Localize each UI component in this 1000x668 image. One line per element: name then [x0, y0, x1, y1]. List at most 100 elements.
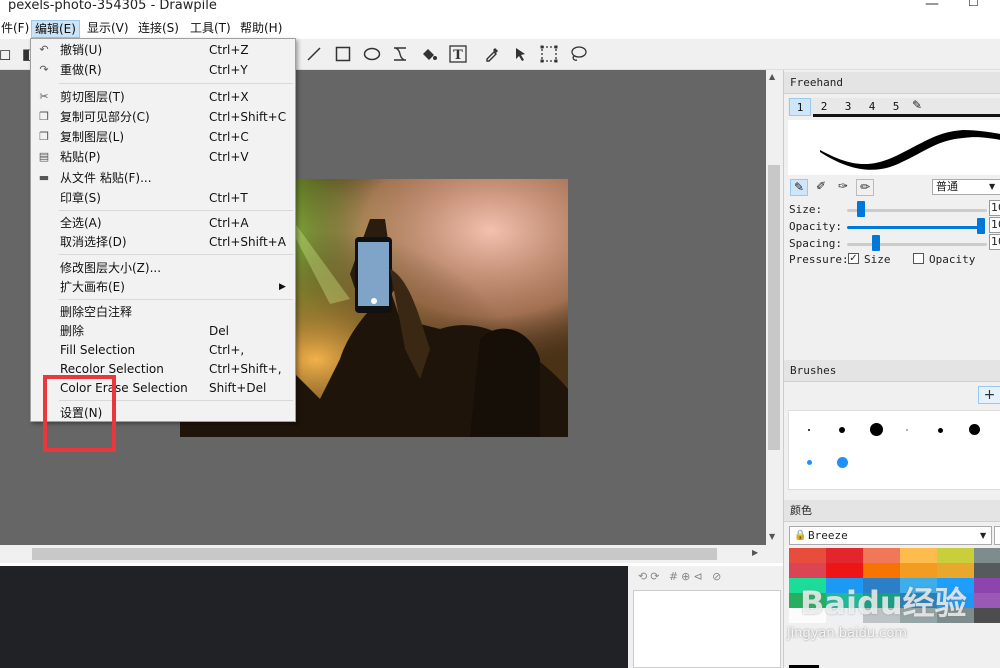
palette-select[interactable]: 🔒 Breeze ▼ — [789, 526, 992, 545]
menu-undo[interactable]: ↶ 撤销(U) Ctrl+Z — [31, 41, 295, 60]
menu-tools[interactable]: 工具(T) — [187, 20, 234, 38]
color-swatch[interactable] — [974, 563, 1000, 578]
menu-view[interactable]: 显示(V) — [84, 20, 132, 38]
color-picker-icon[interactable] — [481, 43, 503, 65]
menu-cut-layer[interactable]: ✂ 剪切图层(T) Ctrl+X — [31, 88, 295, 107]
color-swatch[interactable] — [974, 548, 1000, 563]
color-swatch[interactable] — [937, 548, 975, 563]
copy-icon: ❐ — [39, 110, 49, 123]
minimize-icon[interactable]: — — [925, 0, 939, 12]
text-icon[interactable]: T — [447, 43, 469, 65]
menu-help[interactable]: 帮助(H) — [237, 20, 285, 38]
chat-area[interactable] — [0, 566, 628, 668]
fill-icon[interactable] — [418, 43, 440, 65]
pressure-size-label: Size — [864, 253, 891, 266]
horizontal-scroll-thumb[interactable] — [32, 548, 717, 560]
opacity-value[interactable]: 10 — [989, 217, 1000, 233]
brush-mode-icon[interactable]: ✐ — [812, 179, 830, 196]
smudge-mode-icon[interactable]: ✑ — [834, 179, 852, 196]
spacing-slider-track[interactable] — [847, 243, 987, 246]
menu-redo[interactable]: ↷ 重做(R) Ctrl+Y — [31, 61, 295, 80]
spacing-slider[interactable] — [872, 235, 880, 251]
menu-delete-empty-annotations[interactable]: 删除空白注释 — [31, 303, 295, 322]
layer-list[interactable] — [633, 590, 781, 668]
pen-mode-icon[interactable]: ✎ — [790, 179, 808, 196]
scroll-up-icon[interactable]: ▲ — [769, 72, 775, 81]
menu-bar: 件(F) 编辑(E) 显示(V) 连接(S) 工具(T) 帮助(H) — [0, 18, 1000, 39]
selection-icon[interactable] — [538, 43, 560, 65]
opacity-label: Opacity: — [789, 220, 842, 233]
scroll-down-icon[interactable]: ▼ — [769, 532, 775, 541]
pressure-size-checkbox[interactable]: ✓ — [848, 253, 859, 264]
eraser-mode-icon[interactable]: ✏ — [856, 179, 874, 196]
eraser-tab-icon[interactable]: ✎ — [912, 98, 922, 112]
color-swatch[interactable] — [826, 548, 864, 563]
color-swatch[interactable] — [900, 548, 938, 563]
menu-copy-visible[interactable]: ❐ 复制可见部分(C) Ctrl+Shift+C — [31, 108, 295, 127]
cut-icon: ✂ — [39, 90, 49, 103]
menu-fill-selection[interactable]: Fill Selection Ctrl+, — [31, 341, 295, 360]
tab-underline — [813, 114, 1000, 117]
palette-name: Breeze — [808, 529, 848, 542]
layer-tools-icon[interactable]: ⟲⟳ #⊕⊲ ⊘ — [638, 570, 724, 583]
blend-mode-select[interactable]: 普通 ▼ — [932, 179, 1000, 195]
rectangle-select-icon[interactable]: ◻ — [0, 43, 16, 65]
color-panel-title: 颜色 — [784, 500, 1000, 522]
color-swatch[interactable] — [826, 563, 864, 578]
lasso-icon[interactable] — [567, 43, 589, 65]
pressure-opacity-checkbox[interactable] — [913, 253, 924, 264]
drawpile-window: pexels-photo-354305 - Drawpile — ☐ 件(F) … — [0, 0, 1000, 668]
undo-icon: ↶ — [39, 43, 49, 56]
size-value[interactable]: 10 — [989, 200, 1000, 216]
menu-edit[interactable]: 编辑(E) — [31, 20, 80, 38]
menu-select-all[interactable]: 全选(A) Ctrl+A — [31, 214, 295, 233]
spacing-value[interactable]: 10 — [989, 234, 1000, 250]
brush-presets[interactable] — [788, 410, 1000, 490]
menu-paste-from-file[interactable]: ▬ 从文件 粘贴(F)... — [31, 169, 295, 188]
menu-deselect[interactable]: 取消选择(D) Ctrl+Shift+A — [31, 233, 295, 252]
redo-icon: ↷ — [39, 63, 49, 76]
color-swatch[interactable] — [863, 548, 901, 563]
menu-paste[interactable]: ▤ 粘贴(P) Ctrl+V — [31, 148, 295, 167]
menu-stamp[interactable]: 印章(S) Ctrl+T — [31, 189, 295, 208]
vertical-scroll-thumb[interactable] — [768, 165, 780, 450]
color-swatch[interactable] — [937, 563, 975, 578]
menu-separator — [59, 83, 293, 84]
size-slider[interactable] — [857, 201, 865, 217]
color-swatch[interactable] — [974, 593, 1000, 608]
color-swatch[interactable] — [863, 563, 901, 578]
palette-menu-button[interactable] — [994, 526, 1000, 545]
menu-separator — [59, 299, 293, 300]
menu-resize-layer[interactable]: 修改图层大小(Z)... — [31, 259, 295, 278]
ellipse-icon[interactable] — [361, 43, 383, 65]
bezier-icon[interactable] — [389, 43, 411, 65]
color-swatch[interactable] — [789, 563, 827, 578]
brush-tab-1[interactable]: 1 — [789, 98, 811, 116]
baidu-watermark-url: jingyan.baidu.com — [787, 626, 907, 641]
color-swatch[interactable] — [974, 608, 1000, 623]
maximize-icon[interactable]: ☐ — [968, 0, 979, 9]
svg-text:T: T — [453, 48, 463, 63]
menu-delete[interactable]: 删除 Del — [31, 322, 295, 341]
menu-separator — [59, 210, 293, 211]
opacity-slider[interactable] — [977, 218, 985, 234]
rectangle-icon[interactable] — [332, 43, 354, 65]
menu-file[interactable]: 件(F) — [0, 20, 32, 38]
size-slider-track[interactable] — [847, 209, 987, 212]
copy-layer-icon: ❐ — [39, 130, 49, 143]
menu-session[interactable]: 连接(S) — [135, 20, 182, 38]
line-icon[interactable] — [303, 43, 325, 65]
menu-expand-canvas[interactable]: 扩大画布(E) ▶ — [31, 278, 295, 297]
color-swatch[interactable] — [789, 548, 827, 563]
opacity-slider-track[interactable] — [847, 226, 979, 229]
stroke-preview — [788, 120, 1000, 175]
add-brush-button[interactable]: + — [978, 386, 1000, 404]
scroll-right-icon[interactable]: ▶ — [752, 548, 758, 557]
color-swatch[interactable] — [900, 563, 938, 578]
move-icon[interactable] — [509, 43, 531, 65]
color-swatch[interactable] — [974, 578, 1000, 593]
window-title: pexels-photo-354305 - Drawpile — [8, 0, 217, 13]
paste-icon: ▤ — [38, 150, 50, 163]
menu-separator — [59, 254, 293, 255]
menu-copy-layer[interactable]: ❐ 复制图层(L) Ctrl+C — [31, 128, 295, 147]
